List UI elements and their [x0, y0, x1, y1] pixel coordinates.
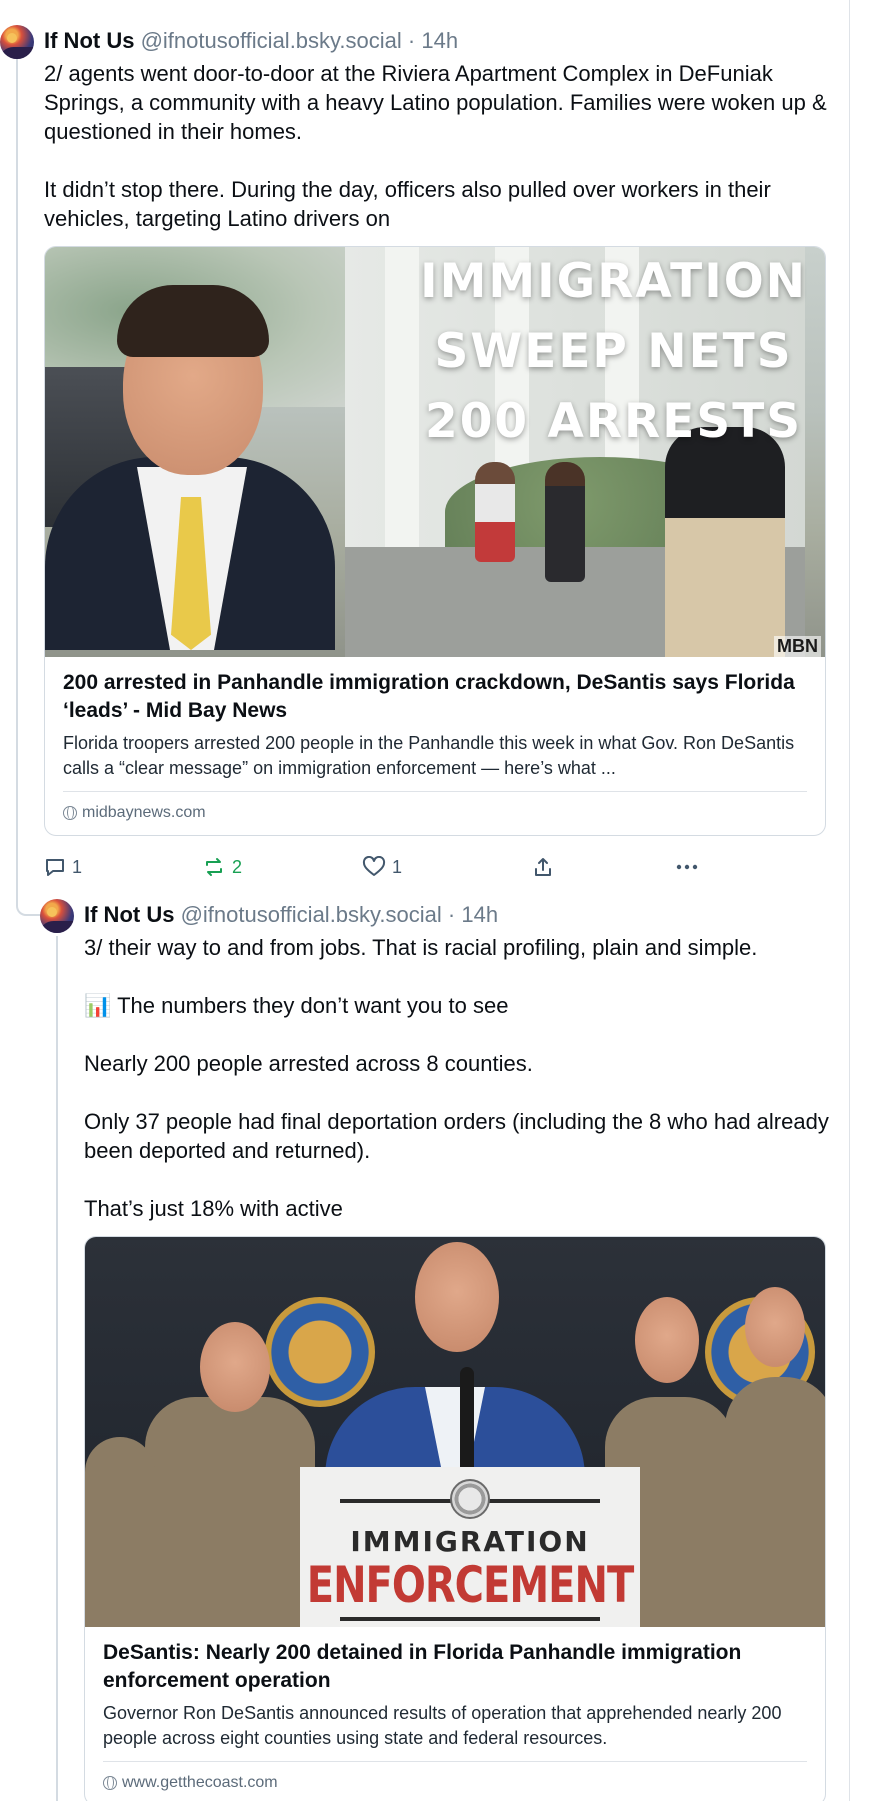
reply-count: 1 — [72, 856, 83, 877]
podium: IMMIGRATION ENFORCEMENT — [300, 1467, 640, 1627]
link-card-title[interactable]: 200 arrested in Panhandle immigration cr… — [63, 669, 807, 725]
domain-text: www.getthecoast.com — [122, 1774, 278, 1791]
reply-icon — [46, 859, 64, 876]
link-card-body: DeSantis: Nearly 200 detained in Florida… — [103, 1639, 807, 1794]
globe-icon — [103, 1776, 117, 1790]
divider — [103, 1761, 807, 1762]
repost-icon — [206, 858, 222, 876]
repost-button[interactable]: 2 — [202, 855, 242, 879]
post-header: If Not Us @ifnotusofficial.bsky.social ·… — [44, 27, 458, 55]
like-button[interactable]: 1 — [362, 855, 402, 879]
link-card-body: 200 arrested in Panhandle immigration cr… — [63, 669, 807, 824]
thread-line — [56, 936, 58, 1801]
more-icon — [676, 864, 698, 870]
author-handle[interactable]: @ifnotusofficial.bsky.social — [181, 902, 442, 927]
reply-button[interactable]: 1 — [44, 855, 82, 879]
link-card-description: Governor Ron DeSantis announced results … — [103, 1703, 782, 1748]
post-actions: 1 2 1 — [44, 855, 744, 879]
state-seal-icon — [450, 1479, 490, 1519]
podium-text: ENFORCEMENT — [306, 1557, 635, 1615]
domain-text: midbaynews.com — [82, 804, 206, 821]
share-button[interactable] — [532, 855, 554, 879]
thread-line — [16, 58, 18, 896]
link-card[interactable]: IMMIGRATION ENFORCEMENT DeSantis: Nearly… — [84, 1236, 826, 1801]
author-name[interactable]: If Not Us — [44, 28, 134, 53]
link-card-image: IMMIGRATION SWEEP NETS 200 ARRESTS MBN — [45, 247, 825, 657]
column-border — [849, 0, 850, 1801]
post-time[interactable]: 14h — [421, 28, 458, 53]
like-count: 1 — [392, 856, 403, 877]
globe-icon — [63, 806, 77, 820]
avatar[interactable] — [0, 25, 34, 59]
link-card-title[interactable]: DeSantis: Nearly 200 detained in Florida… — [103, 1639, 807, 1695]
divider — [63, 791, 807, 792]
author-name[interactable]: If Not Us — [84, 902, 174, 927]
link-card[interactable]: IMMIGRATION SWEEP NETS 200 ARRESTS MBN 2… — [44, 246, 826, 836]
heart-icon — [362, 856, 386, 876]
avatar[interactable] — [40, 899, 74, 933]
separator: · — [407, 28, 416, 53]
thread-connector — [16, 860, 44, 916]
author-handle[interactable]: @ifnotusofficial.bsky.social — [141, 28, 402, 53]
post-text: 3/ their way to and from jobs. That is r… — [84, 935, 829, 1221]
link-card-domain: www.getthecoast.com — [103, 1772, 807, 1794]
more-options-button[interactable] — [674, 855, 700, 879]
separator: · — [447, 902, 456, 927]
post-header: If Not Us @ifnotusofficial.bsky.social ·… — [84, 901, 498, 929]
link-card-domain: midbaynews.com — [63, 802, 807, 824]
repost-count: 2 — [232, 856, 243, 877]
image-headline: IMMIGRATION SWEEP NETS 200 ARRESTS — [420, 254, 807, 449]
link-card-image: IMMIGRATION ENFORCEMENT — [85, 1237, 825, 1627]
post-time[interactable]: 14h — [461, 902, 498, 927]
portrait-photo — [45, 247, 335, 650]
post-text: 2/ agents went door-to-door at the Rivie… — [44, 61, 827, 231]
podium-text: IMMIGRATION — [350, 1525, 590, 1558]
share-icon — [535, 858, 551, 876]
image-logo: MBN — [774, 636, 821, 657]
link-card-description: Florida troopers arrested 200 people in … — [63, 733, 795, 778]
